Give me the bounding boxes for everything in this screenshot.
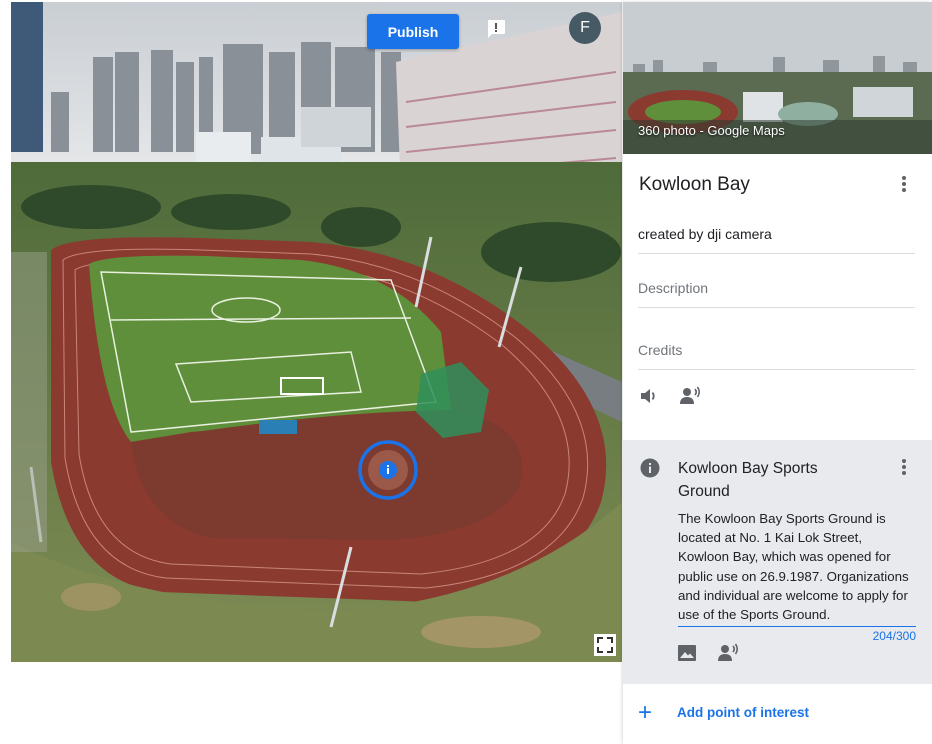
- more-options-icon[interactable]: [894, 174, 914, 198]
- publish-button[interactable]: Publish: [367, 14, 459, 49]
- place-title-row: Kowloon Bay: [623, 154, 932, 214]
- created-by-input[interactable]: [638, 216, 915, 246]
- description-field[interactable]: [638, 270, 915, 308]
- place-title: Kowloon Bay: [639, 174, 750, 195]
- poi-more-options-icon[interactable]: [894, 457, 914, 481]
- panorama-thumbnail[interactable]: 360 photo - Google Maps: [623, 2, 932, 154]
- plus-icon: +: [638, 699, 653, 726]
- add-poi-button[interactable]: + Add point of interest: [623, 684, 932, 744]
- credits-field[interactable]: [638, 332, 915, 370]
- panorama-image[interactable]: [11, 2, 622, 662]
- info-icon: [640, 458, 660, 478]
- app-root: Publish F 360 photo - Google Maps Kowloo…: [0, 0, 932, 744]
- poi-voice-record-icon[interactable]: [716, 642, 739, 664]
- char-count: 204/300: [872, 629, 916, 643]
- thumbnail-label: 360 photo - Google Maps: [638, 123, 785, 138]
- 360-rotate-icon[interactable]: [893, 122, 917, 140]
- audio-icon[interactable]: [638, 385, 660, 407]
- account-avatar[interactable]: F: [569, 12, 601, 44]
- image-icon[interactable]: [677, 643, 699, 665]
- description-input[interactable]: [638, 270, 915, 300]
- poi-title: Kowloon Bay Sports Ground: [678, 460, 818, 500]
- poi-description-input[interactable]: The Kowloon Bay Sports Ground is located…: [678, 509, 916, 627]
- fullscreen-icon[interactable]: [594, 634, 616, 656]
- voice-record-icon[interactable]: [678, 385, 701, 407]
- add-poi-label: Add point of interest: [677, 705, 809, 720]
- side-panel: 360 photo - Google Maps Kowloon Bay crea…: [623, 2, 932, 744]
- created-by-field[interactable]: [638, 216, 915, 254]
- feedback-icon[interactable]: [485, 18, 507, 40]
- photo-viewer[interactable]: Publish F: [11, 2, 622, 662]
- poi-marker-icon[interactable]: [357, 439, 419, 501]
- poi-card: Kowloon Bay Sports Ground The Kowloon Ba…: [623, 440, 932, 684]
- credits-input[interactable]: [638, 332, 915, 362]
